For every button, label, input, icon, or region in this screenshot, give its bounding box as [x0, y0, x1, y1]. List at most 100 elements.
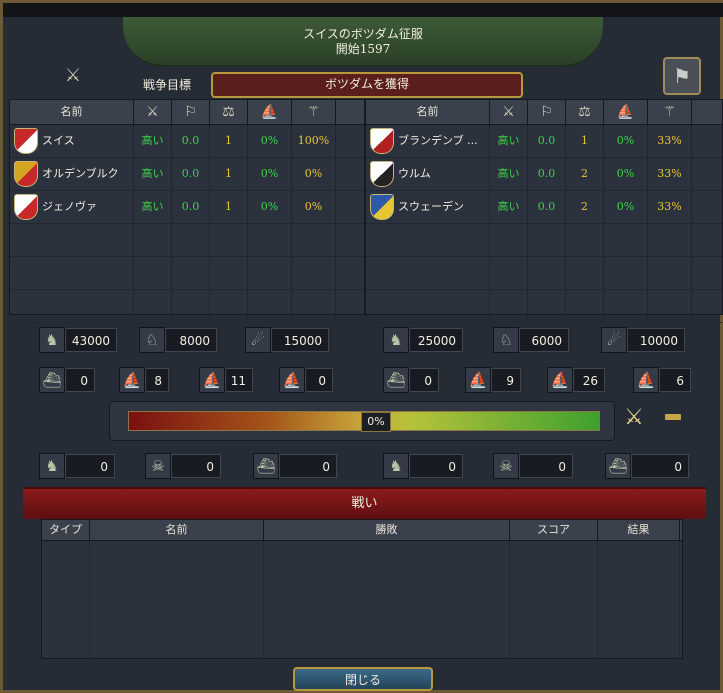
table-row[interactable]: ブランデンブ ... 高い 0.0 1 0% 33%	[366, 125, 722, 158]
stat-cell: 33%	[648, 191, 692, 223]
cavalry-icon: ♘	[139, 327, 165, 353]
defender-artillery: 10000	[627, 328, 685, 352]
attacker-cavalry: 8000	[165, 328, 217, 352]
stat-cell: 2	[566, 158, 604, 190]
map-button[interactable]: ⚑	[663, 57, 701, 95]
stat-cell: 0.0	[172, 158, 210, 190]
stat-cell: 高い	[490, 191, 528, 223]
type-column-header[interactable]: タイプ	[42, 520, 90, 540]
empty-cell	[604, 224, 648, 256]
balance-column[interactable]: ⚖	[566, 100, 604, 124]
contribution-column[interactable]: ⚚	[292, 100, 336, 124]
name-column-header[interactable]: 名前	[90, 520, 264, 540]
empty-cell	[292, 290, 336, 322]
transport-icon: ⛵	[279, 367, 305, 393]
war-exhaustion-column[interactable]: ⚔	[134, 100, 172, 124]
stat-cell: 0%	[604, 125, 648, 157]
heavy-ship-icon: ⛴	[39, 367, 65, 393]
crossed-swords-icon: ⚔	[146, 104, 159, 120]
table-row[interactable]: ジェノヴァ 高い 0.0 1 0% 0%	[10, 191, 364, 224]
table-row[interactable]: スイス 高い 0.0 1 0% 100%	[10, 125, 364, 158]
infantry-icon: ♞	[383, 453, 409, 479]
empty-cell	[490, 290, 528, 322]
stat-cell: 高い	[490, 125, 528, 157]
empty-cell	[490, 257, 528, 289]
stat-cell: 33%	[648, 158, 692, 190]
stat-cell: 0.0	[172, 191, 210, 223]
infantry-icon: ♞	[383, 327, 409, 353]
empty-cell	[210, 257, 248, 289]
table-row[interactable]: オルデンブルク 高い 0.0 1 0% 0%	[10, 158, 364, 191]
artillery-icon: ☄	[245, 327, 271, 353]
defender-panel: 名前 ⚔ ⚐ ⚖ ⛵ ⚚ ブランデンブ ... 高い 0.0 1 0% 33% ウルム 高い 0…	[365, 99, 723, 323]
fleet-icon: ⛵	[616, 104, 635, 120]
country-flag-icon	[14, 161, 38, 187]
war-goal-value[interactable]: ボツダムを獲得	[211, 72, 523, 98]
defender-infantry: 25000	[409, 328, 463, 352]
artillery-icon: ☄	[601, 327, 627, 353]
balance-column[interactable]: ⚖	[210, 100, 248, 124]
mobilization-column[interactable]: ⚐	[528, 100, 566, 124]
attacker-heavy-ships: 0	[65, 368, 95, 392]
fleet-column[interactable]: ⛵	[604, 100, 648, 124]
stat-cell: 0.0	[528, 158, 566, 190]
defender-cavalry: 6000	[519, 328, 569, 352]
map-icon: ⚑	[673, 64, 691, 88]
table-row	[10, 224, 364, 257]
table-row	[366, 224, 722, 257]
soldier-icon: ⚚	[663, 104, 676, 120]
war-start-date: 開始1597	[335, 42, 391, 56]
attacker-navy-row: ⛴ 0 ⛵ 8 ⛵ 11 ⛵ 0	[39, 366, 333, 394]
close-button[interactable]: 閉じる	[293, 667, 433, 691]
table-row[interactable]: スウェーデン 高い 0.0 2 0% 33%	[366, 191, 722, 224]
empty-cell	[528, 257, 566, 289]
stat-cell: 高い	[134, 191, 172, 223]
galley-icon: ⛵	[199, 367, 225, 393]
stat-cell: 0%	[248, 158, 292, 190]
defender-navy-row: ⛴ 0 ⛵ 9 ⛵ 26 ⛵ 6	[383, 366, 691, 394]
stat-cell: 0%	[292, 191, 336, 223]
empty-cell	[366, 290, 490, 322]
crossed-swords-icon[interactable]: ⚔	[620, 405, 648, 433]
fleet-column[interactable]: ⛵	[248, 100, 292, 124]
table-row[interactable]: ウルム 高い 0.0 2 0% 33%	[366, 158, 722, 191]
crossed-swords-icon: ⚔	[64, 65, 82, 86]
battles-col	[42, 541, 90, 659]
light-ship-icon: ⛵	[465, 367, 491, 393]
empty-cell	[172, 224, 210, 256]
war-score-bar[interactable]: 0%	[128, 411, 600, 432]
empty-cell	[648, 224, 692, 256]
stat-cell: 0.0	[172, 125, 210, 157]
battles-table: タイプ 名前 勝敗 スコア 結果	[41, 519, 683, 659]
stat-cell: 0%	[292, 158, 336, 190]
outcome-column-header[interactable]: 勝敗	[264, 520, 510, 540]
battles-col	[510, 541, 598, 659]
war-window: スイスのボツダム征服 開始1597 ⚔ 戦争目標 ボツダムを獲得 ⚑ 名前 ⚔ …	[0, 0, 723, 693]
attacker-army-row: ♞ 43000 ♘ 8000 ☄ 15000	[39, 326, 329, 354]
defender-losses-row: ♞ 0 ☠ 0 ⛴ 0	[383, 452, 689, 480]
score-column-header[interactable]: スコア	[510, 520, 598, 540]
country-flag-icon	[370, 194, 394, 220]
transport-icon: ⛵	[633, 367, 659, 393]
stat-cell: 33%	[648, 125, 692, 157]
minus-button[interactable]	[665, 414, 681, 420]
country-name-cell: スイス	[10, 125, 134, 157]
top-bar	[3, 3, 723, 17]
country-name: スイス	[42, 134, 75, 147]
mobilization-column[interactable]: ⚐	[172, 100, 210, 124]
empty-cell	[528, 224, 566, 256]
stat-cell: 0%	[604, 191, 648, 223]
empty-cell	[248, 290, 292, 322]
country-name: スウェーデン	[398, 200, 464, 213]
empty-cell	[10, 257, 134, 289]
empty-cell	[604, 257, 648, 289]
country-name: オルデンブルク	[42, 167, 119, 180]
country-name: ジェノヴァ	[42, 200, 97, 213]
stat-cell: 1	[210, 191, 248, 223]
empty-cell	[366, 257, 490, 289]
contribution-column[interactable]: ⚚	[648, 100, 692, 124]
result-column-header[interactable]: 結果	[598, 520, 680, 540]
infantry-icon: ♞	[39, 327, 65, 353]
war-exhaustion-column[interactable]: ⚔	[490, 100, 528, 124]
empty-cell	[134, 290, 172, 322]
